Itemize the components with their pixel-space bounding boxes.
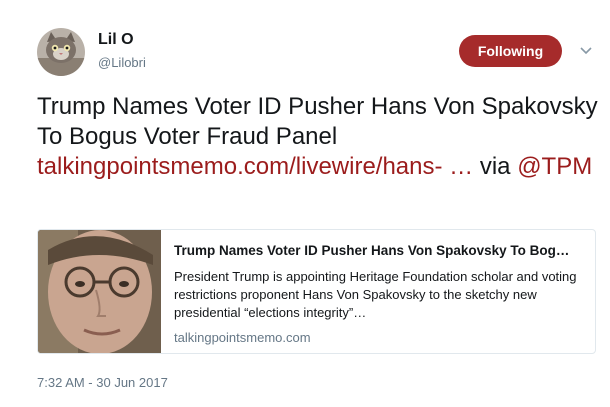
avatar[interactable] <box>37 28 85 76</box>
card-domain: talkingpointsmemo.com <box>174 330 311 345</box>
via-text: via <box>473 153 518 180</box>
card-description: President Trump is appointing Heritage F… <box>174 269 577 320</box>
tweet-link[interactable]: talkingpointsmemo.com/livewire/hans- … <box>37 153 473 180</box>
card-title[interactable]: Trump Names Voter ID Pusher Hans Von Spa… <box>174 242 583 260</box>
tweet-body: Trump Names Voter ID Pusher Hans Von Spa… <box>37 93 598 150</box>
display-name[interactable]: Lil O <box>98 31 134 49</box>
tweet-text: Trump Names Voter ID Pusher Hans Von Spa… <box>37 92 607 182</box>
following-button[interactable]: Following <box>459 35 562 67</box>
tweet-timestamp[interactable]: 7:32 AM - 30 Jun 2017 <box>37 375 168 390</box>
chevron-down-icon[interactable] <box>578 42 594 58</box>
mention-link[interactable]: @TPM <box>517 153 592 180</box>
screen-name[interactable]: @Lilobri <box>98 55 146 70</box>
man-with-glasses-photo-icon <box>38 230 161 353</box>
cat-avatar-icon <box>37 28 85 76</box>
link-card[interactable]: Trump Names Voter ID Pusher Hans Von Spa… <box>37 229 596 354</box>
